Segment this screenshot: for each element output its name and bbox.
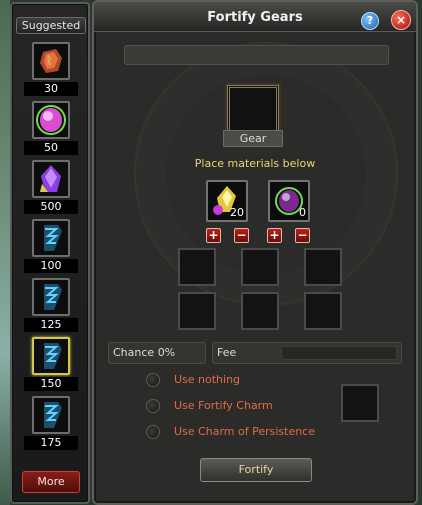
suggested-item[interactable]: 175 bbox=[24, 396, 78, 458]
option-use-charm-of-persistence[interactable]: Use Charm of Persistence bbox=[146, 424, 326, 440]
fee-field: Fee bbox=[212, 342, 402, 364]
suggested-item[interactable]: 100 bbox=[24, 219, 78, 281]
fortify-gears-window: Fortify Gears ? × Gear Place materials b… bbox=[92, 0, 418, 505]
chance-label: Chance bbox=[113, 346, 155, 359]
gear-label: Gear bbox=[223, 130, 283, 147]
suggested-item[interactable]: 50 bbox=[24, 101, 78, 163]
suggested-title: Suggested bbox=[16, 17, 86, 34]
materials-instruction: Place materials below bbox=[194, 157, 316, 170]
material2-plus-button[interactable]: + bbox=[267, 228, 282, 243]
suggested-count: 150 bbox=[24, 377, 78, 391]
material-grid-slot[interactable] bbox=[241, 248, 279, 286]
suggested-item[interactable]: 125 bbox=[24, 278, 78, 340]
material-slot[interactable]: 20 bbox=[206, 180, 248, 222]
chance-value: 0% bbox=[157, 346, 176, 359]
radio-button[interactable] bbox=[146, 399, 160, 413]
background-scenery bbox=[0, 0, 10, 505]
material2-minus-button[interactable]: − bbox=[295, 228, 310, 243]
fee-value bbox=[281, 346, 397, 360]
material-grid-slot[interactable] bbox=[304, 248, 342, 286]
purple-crystal-icon[interactable] bbox=[32, 160, 70, 198]
blue-armor-piece-icon[interactable] bbox=[32, 396, 70, 434]
material-grid-slot[interactable] bbox=[304, 292, 342, 330]
help-button[interactable]: ? bbox=[361, 12, 379, 30]
material-count: 20 bbox=[230, 206, 244, 219]
suggested-count: 175 bbox=[24, 436, 78, 450]
pink-gem-icon[interactable] bbox=[32, 101, 70, 139]
suggested-panel: Suggested ᚱ 30 50 500 100 125 150 175 Mo… bbox=[10, 2, 90, 504]
suggested-item[interactable]: 500 bbox=[24, 160, 78, 222]
close-button[interactable]: × bbox=[391, 10, 411, 30]
more-button[interactable]: More bbox=[22, 471, 80, 493]
material-grid-slot[interactable] bbox=[178, 248, 216, 286]
material-count: 0 bbox=[299, 206, 306, 219]
material-slot[interactable]: 0 bbox=[268, 180, 310, 222]
blue-armor-piece-icon[interactable] bbox=[32, 278, 70, 316]
material1-plus-button[interactable]: + bbox=[206, 228, 221, 243]
suggested-count: 500 bbox=[24, 200, 78, 214]
option-use-nothing[interactable]: Use nothing bbox=[146, 372, 316, 388]
material1-minus-button[interactable]: − bbox=[234, 228, 249, 243]
suggested-count: 125 bbox=[24, 318, 78, 332]
blue-armor-piece-icon[interactable] bbox=[32, 337, 70, 375]
suggested-count: 100 bbox=[24, 259, 78, 273]
gear-name-bar bbox=[124, 45, 389, 65]
charm-slot[interactable] bbox=[341, 384, 379, 422]
fee-label: Fee bbox=[217, 346, 237, 359]
red-ore-icon[interactable]: ᚱ bbox=[32, 42, 70, 80]
suggested-item[interactable]: ᚱ 30 bbox=[24, 42, 78, 104]
option-use-fortify-charm[interactable]: Use Fortify Charm bbox=[146, 398, 316, 414]
chance-field: Chance 0% bbox=[108, 342, 206, 364]
svg-text:ᚱ: ᚱ bbox=[46, 54, 53, 67]
material-grid-slot[interactable] bbox=[241, 292, 279, 330]
suggested-item[interactable]: 150 bbox=[24, 337, 78, 399]
suggested-count: 30 bbox=[24, 82, 78, 96]
radio-button[interactable] bbox=[146, 373, 160, 387]
option-label: Use Fortify Charm bbox=[174, 399, 273, 412]
option-label: Use Charm of Persistence bbox=[174, 425, 315, 438]
material-grid-slot[interactable] bbox=[178, 292, 216, 330]
radio-button[interactable] bbox=[146, 425, 160, 439]
fortify-button[interactable]: Fortify bbox=[200, 458, 312, 482]
title-bar[interactable]: Fortify Gears ? × bbox=[94, 2, 416, 32]
suggested-count: 50 bbox=[24, 141, 78, 155]
blue-armor-piece-icon[interactable] bbox=[32, 219, 70, 257]
option-label: Use nothing bbox=[174, 373, 241, 386]
